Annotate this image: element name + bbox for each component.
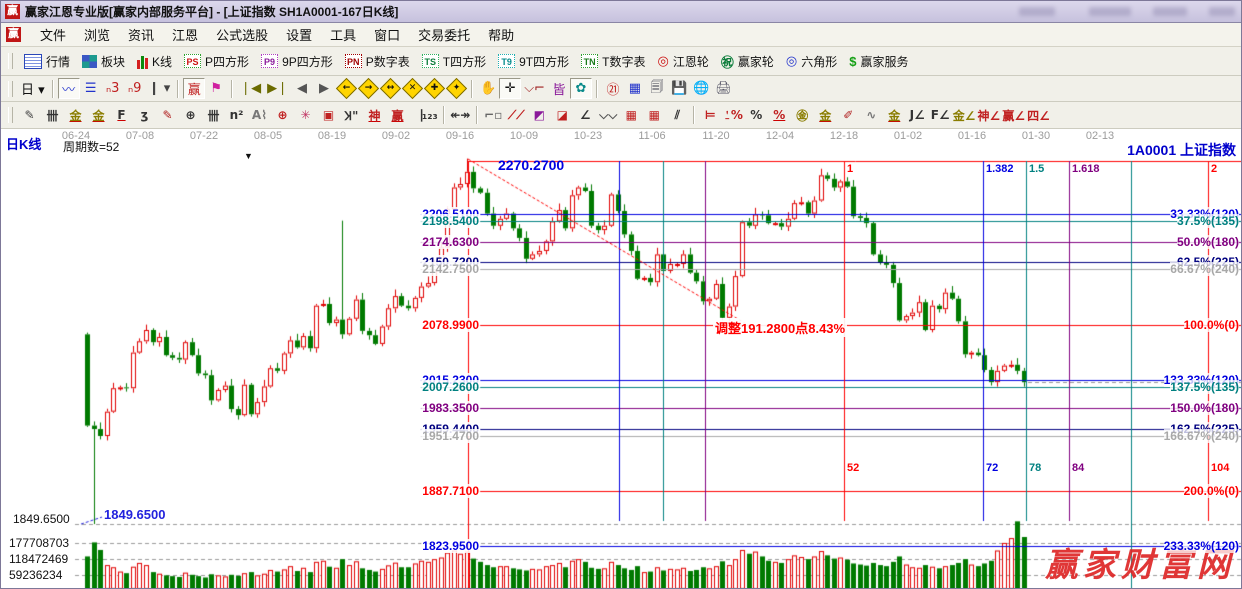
percent-level-label: 66.67%(240)	[1170, 262, 1239, 276]
date-axis-label: 06-24	[62, 130, 90, 142]
date-axis-label: 08-05	[254, 130, 282, 142]
date-axis-label: 10-09	[510, 130, 538, 142]
percent-level-label: 137.5%(135)	[1170, 380, 1239, 394]
price-level-label: 1887.7100	[421, 484, 480, 498]
date-axis-label: 09-02	[382, 130, 410, 142]
price-level-label: 2174.6300	[421, 235, 480, 249]
percent-level-label: 100.0%(0)	[1184, 318, 1239, 332]
cycle-top-marker: 2	[1211, 163, 1217, 175]
date-axis-label: 01-02	[894, 130, 922, 142]
price-level-label: 1983.3500	[421, 401, 480, 415]
cycle-count-marker: 52	[847, 462, 859, 474]
cycle-count-marker: 104	[1211, 462, 1229, 474]
date-axis-label: 08-19	[318, 130, 346, 142]
date-axis-label: 11-20	[702, 130, 729, 142]
date-axis-label: 12-18	[830, 130, 858, 142]
percent-level-label: 233.33%(120)	[1164, 539, 1239, 553]
date-axis-label: 02-13	[1086, 130, 1114, 142]
cycle-top-marker: 1.5	[1029, 163, 1044, 175]
date-axis-label: 12-04	[766, 130, 794, 142]
price-level-label: 2142.7500	[421, 262, 480, 276]
percent-level-label: 200.0%(0)	[1184, 484, 1239, 498]
cycle-count-marker: 84	[1072, 462, 1084, 474]
cycle-top-marker: 1	[847, 163, 853, 175]
app-window: 赢 赢家江恩专业版[赢家内部服务平台] - [上证指数 SH1A0001-167…	[0, 0, 1242, 589]
period-label[interactable]: 日K线	[6, 134, 41, 153]
date-axis-label: 01-30	[1022, 130, 1050, 142]
axis-price-1849: 1849.6500	[13, 512, 70, 526]
price-level-label: 1823.9500	[421, 539, 480, 553]
peak-price-label: 2270.2700	[498, 157, 564, 173]
cycle-count-marker: 72	[986, 462, 998, 474]
percent-level-label: 50.0%(180)	[1177, 235, 1239, 249]
date-axis-label: 07-22	[190, 130, 218, 142]
volume-axis-label: 118472469	[9, 552, 68, 566]
percent-level-label: 37.5%(135)	[1177, 214, 1239, 228]
percent-level-label: 150.0%(180)	[1170, 401, 1239, 415]
price-level-label: 1951.4700	[421, 429, 480, 443]
volume-axis-label: 177708703	[9, 536, 69, 550]
cycle-top-marker: 1.618	[1072, 163, 1100, 175]
date-axis-label: 01-16	[958, 130, 986, 142]
cycle-count-marker: 78	[1029, 462, 1041, 474]
retrace-annotation: 调整191.2800点8.43%	[713, 318, 847, 337]
symbol-label[interactable]: 1A0001 上证指数	[1127, 140, 1236, 160]
date-axis-label: 10-23	[574, 130, 602, 142]
price-level-label: 2198.5400	[421, 214, 480, 228]
volume-axis-label: 59236234	[9, 568, 62, 582]
date-axis-label: 09-16	[446, 130, 474, 142]
date-axis-label: 07-08	[126, 130, 154, 142]
percent-level-label: 166.67%(240)	[1164, 429, 1239, 443]
cycle-top-marker: 1.382	[986, 163, 1014, 175]
price-level-label: 2007.2600	[421, 380, 480, 394]
kline-chart-canvas[interactable]	[1, 1, 1242, 589]
date-axis-label: 11-06	[638, 130, 665, 142]
price-level-label: 2078.9900	[421, 318, 480, 332]
scroll-marker-icon[interactable]: ▼	[244, 151, 253, 161]
low-pointer-label: 1849.6500	[104, 507, 165, 522]
